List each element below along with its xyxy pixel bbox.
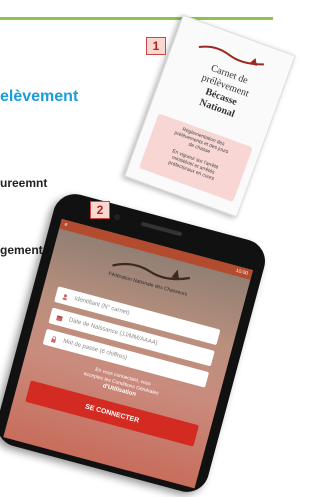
regulation-info-box: Réglementation des prélèvements et des j…: [138, 113, 253, 203]
camera-icon: [113, 213, 121, 221]
bullet-text-1: ureemnt: [0, 176, 48, 190]
header-band: [0, 0, 273, 20]
menu-icon[interactable]: ≡: [64, 222, 68, 229]
login-screen: ≡ 10:00 Fédération Nationale des Chasseu…: [3, 218, 254, 489]
password-placeholder: Mot de passe (6 chiffres): [62, 338, 128, 362]
section-heading: elèvement: [0, 88, 79, 105]
status-time: 10:00: [235, 267, 249, 277]
step-badge-2: 2: [90, 201, 110, 219]
step-badge-1: 1: [146, 37, 166, 55]
bullet-text-2: gement: [0, 243, 43, 257]
user-icon: [62, 293, 68, 300]
lock-icon: [51, 335, 57, 343]
phone-mockup: ≡ 10:00 Fédération Nationale des Chasseu…: [0, 189, 270, 497]
calendar-icon: [56, 314, 63, 322]
speaker-slot: [140, 221, 183, 237]
identifier-placeholder: Identifiant (N° carnet): [73, 295, 131, 317]
